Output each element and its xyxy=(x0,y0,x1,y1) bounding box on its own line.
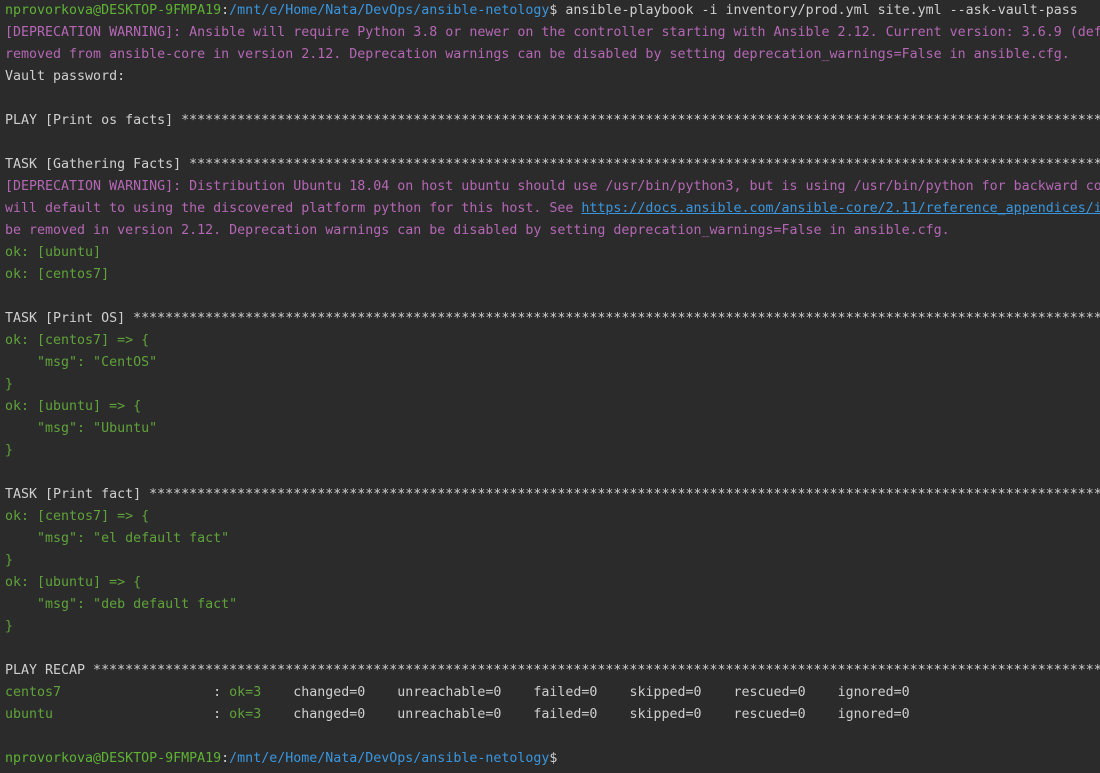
task-result-line: ok: [ubuntu] xyxy=(5,245,102,260)
task-result-line: ok: [centos7] => { xyxy=(5,333,150,348)
prompt-colon: : xyxy=(221,3,230,18)
task-result-close: } xyxy=(5,443,14,458)
deprecation-warning-line: [DEPRECATION WARNING]: Ansible will requ… xyxy=(5,25,1100,40)
recap-separator: : xyxy=(53,707,230,722)
task-result-close: } xyxy=(5,553,14,568)
command-text: ansible-playbook -i inventory/prod.yml s… xyxy=(557,3,1078,18)
deprecation-warning-line: will default to using the discovered pla… xyxy=(0,198,1100,220)
final-prompt-line[interactable]: nprovorkova@DESKTOP-9FMPA19:/mnt/e/Home/… xyxy=(0,748,1100,770)
deprecation-warning-line: removed from ansible-core in version 2.1… xyxy=(5,47,1070,62)
recap-stats: changed=0 unreachable=0 failed=0 skipped… xyxy=(261,685,910,700)
prompt-path: /mnt/e/Home/Nata/DevOps/ansible-netology xyxy=(229,751,550,766)
warning-text: will default to using the discovered pla… xyxy=(5,201,582,216)
play-recap-header: PLAY RECAP *****************************… xyxy=(5,663,1100,678)
vault-password-prompt[interactable]: Vault password: xyxy=(0,66,1100,88)
terminal-window[interactable]: nprovorkova@DESKTOP-9FMPA19:/mnt/e/Home/… xyxy=(0,0,1100,773)
recap-host: ubuntu xyxy=(5,707,54,722)
recap-row: centos7 : ok=3 changed=0 unreachable=0 f… xyxy=(0,682,1100,704)
command-line: nprovorkova@DESKTOP-9FMPA19:/mnt/e/Home/… xyxy=(0,0,1100,22)
task-result-line: ok: [centos7] xyxy=(5,267,110,282)
task-result-line: ok: [centos7] => { xyxy=(5,509,150,524)
deprecation-warning-line: [DEPRECATION WARNING]: Distribution Ubun… xyxy=(5,179,1100,194)
task-result-line: ok: [ubuntu] => { xyxy=(5,575,142,590)
task-header-print-fact: TASK [Print fact] **********************… xyxy=(5,487,1100,502)
prompt-path: /mnt/e/Home/Nata/DevOps/ansible-netology xyxy=(229,3,550,18)
recap-ok-count: ok=3 xyxy=(229,685,262,700)
prompt-colon: : xyxy=(221,751,230,766)
task-result-line: ok: [ubuntu] => { xyxy=(5,399,142,414)
task-header-print-os: TASK [Print OS] ************************… xyxy=(5,311,1100,326)
prompt-user-host: nprovorkova@DESKTOP-9FMPA19 xyxy=(5,3,222,18)
task-result-msg: "msg": "Ubuntu" xyxy=(5,421,158,436)
play-header: PLAY [Print os facts] ******************… xyxy=(5,113,1100,128)
prompt-dollar: $ xyxy=(549,751,558,766)
docs-link[interactable]: https://docs.ansible.com/ansible-core/2.… xyxy=(581,201,1100,216)
recap-separator: : xyxy=(61,685,230,700)
task-result-msg: "msg": "deb default fact" xyxy=(5,597,238,612)
task-result-close: } xyxy=(5,619,14,634)
task-result-msg: "msg": "CentOS" xyxy=(5,355,158,370)
prompt-user-host: nprovorkova@DESKTOP-9FMPA19 xyxy=(5,751,222,766)
task-result-close: } xyxy=(5,377,14,392)
deprecation-warning-line: be removed in version 2.12. Deprecation … xyxy=(5,223,950,238)
task-result-msg: "msg": "el default fact" xyxy=(5,531,230,546)
recap-row: ubuntu : ok=3 changed=0 unreachable=0 fa… xyxy=(0,704,1100,726)
recap-ok-count: ok=3 xyxy=(229,707,262,722)
task-header-gathering-facts: TASK [Gathering Facts] *****************… xyxy=(5,157,1100,172)
recap-stats: changed=0 unreachable=0 failed=0 skipped… xyxy=(261,707,910,722)
recap-host: centos7 xyxy=(5,685,62,700)
